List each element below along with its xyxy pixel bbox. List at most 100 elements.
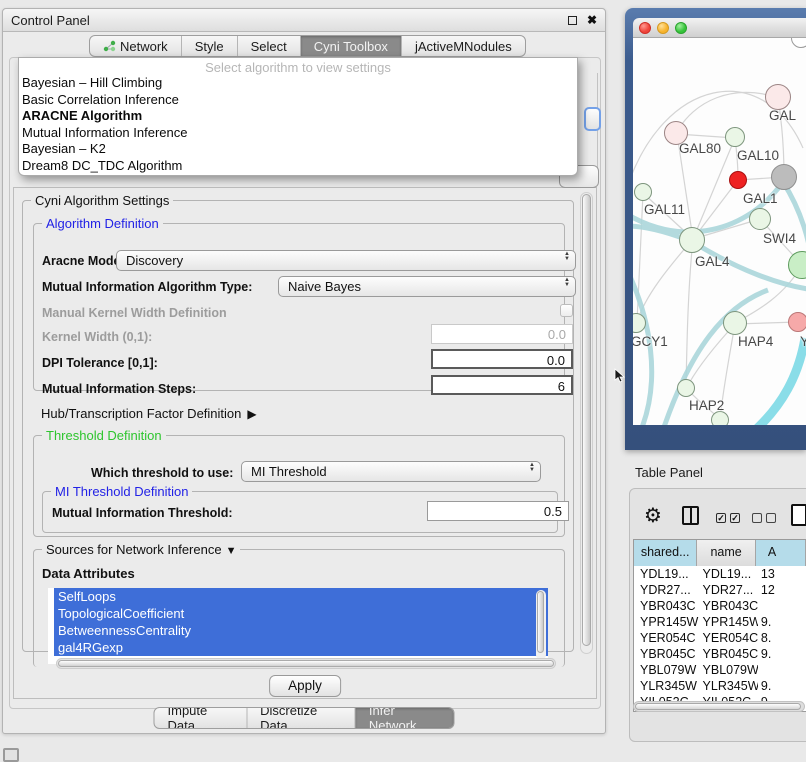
which-threshold-select[interactable]: MI Threshold ▲▼ [241,461,541,482]
hub-definition-label: Hub/Transcription Factor Definition [41,406,241,421]
hub-definition-toggle[interactable]: Hub/Transcription Factor Definition▶ [41,406,257,421]
tab-infer-network[interactable]: Infer Network [356,708,454,728]
apply-button[interactable]: Apply [269,675,341,697]
tab-impute-data[interactable]: Impute Data [155,708,248,728]
list-scrollbar[interactable] [536,590,546,660]
node-label: GAL4 [695,254,730,269]
select-all-checkboxes-icon[interactable]: ✓✓ [716,513,740,523]
attribute-topologicalcoefficient[interactable]: TopologicalCoefficient [54,605,548,622]
algorithm-option-basic-correlation-inference[interactable]: Basic Correlation Inference [19,92,577,109]
node-label: HAP4 [738,334,773,349]
settings-horizontal-scrollbar[interactable] [56,658,556,669]
attribute-selfloops[interactable]: SelfLoops [54,588,548,605]
network-node[interactable] [729,171,747,189]
tab-cyni-toolbox[interactable]: Cyni Toolbox [301,36,402,56]
table-row[interactable]: YER054CYER054C8. [634,630,806,646]
algorithm-definition-group: Algorithm Definition Aracne Mode: Discov… [33,223,565,391]
deselect-all-checkboxes-icon[interactable] [752,513,776,523]
network-node-gal11[interactable] [634,183,652,201]
network-icon [103,40,116,52]
node-label: SWI4 [763,231,796,246]
spinner-icon: ▲▼ [564,252,570,262]
table-cell: YPR145W [634,614,699,630]
algorithm-option-bayesian-hill-climbing[interactable]: Bayesian – Hill Climbing [19,75,577,92]
aracne-mode-value: Discovery [126,253,183,268]
attribute-gal4rgexp[interactable]: gal4RGexp [54,639,548,656]
network-node-gal4[interactable] [679,227,705,253]
table-cell: YBL079W [634,662,699,678]
tab-discretize-data[interactable]: Discretize Data [247,708,356,728]
network-node-hap4[interactable] [723,311,747,335]
attribute-betweennesscentrality[interactable]: BetweennessCentrality [54,622,548,639]
aracne-mode-label: Aracne Mode: [42,254,125,268]
kernel-width-field[interactable]: 0.0 [431,324,573,344]
mi-algorithm-type-select[interactable]: Naive Bayes ▲▼ [278,276,576,297]
which-threshold-value: MI Threshold [251,464,327,479]
mi-type-label: Mutual Information Algorithm Type: [42,280,252,294]
node-label: GAL [769,108,796,123]
network-window-titlebar[interactable] [633,18,806,38]
settings-vertical-scrollbar[interactable] [580,192,593,654]
algorithm-option-bayesian-k2[interactable]: Bayesian – K2 [19,141,577,158]
network-node[interactable] [711,411,729,425]
minimize-traffic-light-icon[interactable] [657,22,669,34]
column-layout-icon[interactable] [682,506,699,525]
table-row[interactable]: YDR27...YDR27...12 [634,582,806,598]
gear-icon[interactable]: ⚙ [644,503,662,527]
mi-threshold-definition-group: MI Threshold Definition Mutual Informati… [42,491,558,533]
table-cell: YBR043C [699,598,758,614]
algorithm-placeholder: Select algorithm to view settings [19,58,577,75]
aracne-mode-select[interactable]: Discovery ▲▼ [116,250,576,271]
column-header-name[interactable]: name [697,540,756,566]
algorithm-select-popup: Select algorithm to view settings Bayesi… [18,57,578,176]
close-icon[interactable]: ✖ [587,14,597,26]
zoom-traffic-light-icon[interactable] [675,22,687,34]
table-cell: YBL079W [699,662,758,678]
bottom-tab-bar: Impute DataDiscretize Data Infer Network [154,707,455,729]
tab-label: Network [120,39,168,54]
table-row[interactable]: YPR145WYPR145W9. [634,614,806,630]
network-canvas[interactable]: GALGAL80GAL10GAL11GAL1GAL4SWI4GCY1HAP4YH… [633,38,806,425]
export-table-icon[interactable] [791,504,806,526]
table-row[interactable]: YBR045CYBR045C9. [634,646,806,662]
data-attributes-list: SelfLoopsTopologicalCoefficientBetweenne… [48,588,548,664]
float-window-icon[interactable] [568,16,577,25]
network-node-gal[interactable] [765,84,791,110]
table-cell [758,598,806,614]
which-threshold-label: Which threshold to use: [91,466,233,480]
network-node-gal1[interactable] [749,208,771,230]
dpi-tolerance-field[interactable]: 0.0 [431,349,573,369]
tab-label: Style [195,39,224,54]
mi-threshold-label: Mutual Information Threshold: [52,506,233,520]
table-row[interactable]: YLR345WYLR345W9. [634,678,806,694]
tab-network[interactable]: Network [90,36,182,56]
algorithm-option-dream8-dc-tdc-algorithm[interactable]: Dream8 DC_TDC Algorithm [19,158,577,175]
algorithm-option-mutual-information-inference[interactable]: Mutual Information Inference [19,125,577,142]
column-header-a[interactable]: A [756,540,806,566]
manual-kernel-checkbox[interactable] [560,304,573,317]
algorithm-option-aracne-algorithm[interactable]: ARACNE Algorithm [19,108,577,125]
tab-label: Infer Network [369,707,441,729]
mi-threshold-field[interactable]: 0.5 [427,501,569,521]
focused-combo-fragment[interactable] [584,107,601,131]
network-node-gal10[interactable] [725,127,745,147]
threshold-definition-group: Threshold Definition Which threshold to … [33,435,565,537]
tab-label: Cyni Toolbox [314,39,388,54]
close-traffic-light-icon[interactable] [639,22,651,34]
network-node-hap2[interactable] [677,379,695,397]
network-node[interactable] [771,164,797,190]
table-cell: 13 [758,566,806,582]
settings-viewport: Cyni Algorithm Settings Algorithm Defini… [13,187,597,699]
mi-steps-field[interactable]: 6 [431,375,573,395]
table-horizontal-scrollbar[interactable] [633,701,805,712]
column-header-shared[interactable]: shared... [634,540,697,566]
table-cell: YDL19... [699,566,758,582]
tab-style[interactable]: Style [182,36,238,56]
table-row[interactable]: YBL079WYBL079W [634,662,806,678]
network-node-y[interactable] [788,312,806,332]
tab-select[interactable]: Select [238,36,301,56]
table-row[interactable]: YDL19...YDL19...13 [634,566,806,582]
restore-panel-icon[interactable] [3,748,19,762]
tab-jactivemnodules[interactable]: jActiveMNodules [402,36,525,56]
table-row[interactable]: YBR043CYBR043C [634,598,806,614]
